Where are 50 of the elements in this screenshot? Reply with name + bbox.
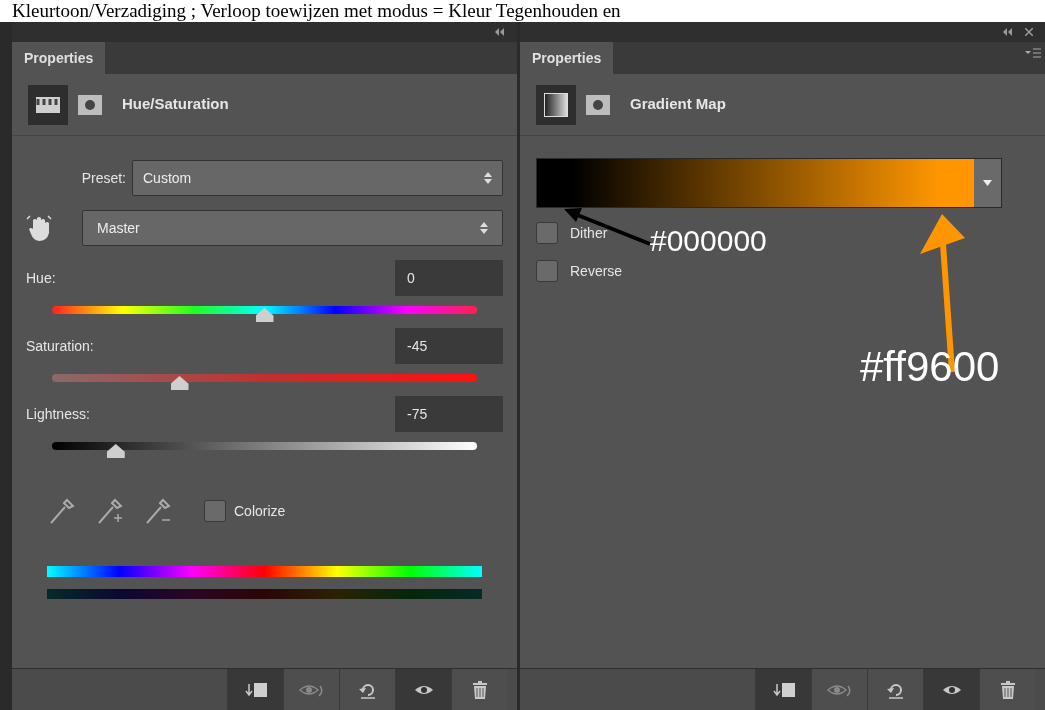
value-field[interactable]: -75 <box>395 396 503 432</box>
trash-icon <box>999 680 1016 699</box>
footer-button[interactable] <box>923 669 979 710</box>
panel-title: Hue/Saturation <box>122 94 229 115</box>
trash-icon <box>471 680 488 699</box>
gradient-bar[interactable] <box>537 159 974 207</box>
slider-label: Saturation: <box>26 336 94 356</box>
gradient-adjustment-icon <box>536 84 576 125</box>
mask-icon <box>78 94 102 115</box>
mask-icon <box>586 94 610 115</box>
colorize-checkbox[interactable] <box>204 500 226 522</box>
footer-button[interactable] <box>395 669 451 710</box>
footer-button[interactable] <box>227 669 283 710</box>
value-field[interactable]: -45 <box>395 328 503 364</box>
eyedropper-icon[interactable] <box>48 496 76 526</box>
eyedropper-icon[interactable] <box>96 496 124 526</box>
clip-layer-icon <box>243 681 268 698</box>
option-label: Dither <box>570 223 608 243</box>
gradient-dropdown-button[interactable] <box>974 159 1001 207</box>
panel-title: Gradient Map <box>630 94 726 115</box>
updown-icon <box>480 221 488 235</box>
option-checkbox[interactable] <box>536 260 558 282</box>
slider-label: Hue: <box>26 268 56 288</box>
option-label: Reverse <box>570 261 623 281</box>
annotation-label: #000000 <box>650 226 767 256</box>
colorize-label: Colorize <box>234 501 286 521</box>
slider-thumb[interactable] <box>106 444 125 458</box>
preset-dropdown[interactable]: Custom <box>132 160 503 196</box>
updown-icon <box>484 171 492 185</box>
value-field[interactable]: 0 <box>395 260 503 296</box>
footer-button[interactable] <box>755 669 811 710</box>
preset-label: Preset: <box>80 168 126 188</box>
adjustment-icon <box>28 84 68 125</box>
collapse-icon[interactable] <box>495 28 505 36</box>
slider-thumb[interactable] <box>170 376 189 390</box>
annotation-label: #ff9600 <box>860 346 1000 388</box>
caret-icon <box>983 180 992 186</box>
collapse-icon[interactable] <box>1003 28 1013 36</box>
slider-label: Lightness: <box>26 404 90 424</box>
hand-tool-icon[interactable] <box>26 214 52 242</box>
eyedropper-icon[interactable] <box>144 496 172 526</box>
channel-dropdown[interactable]: Master <box>82 210 503 246</box>
properties-tab[interactable]: Properties <box>12 42 106 74</box>
properties-tab[interactable]: Properties <box>520 42 614 74</box>
option-checkbox[interactable] <box>536 222 558 244</box>
clip-layer-icon <box>771 681 796 698</box>
caption-text: Kleurtoon/Verzadiging ; Verloop toewijzen met modus = Kleur Tegenhouden en <box>12 0 621 22</box>
panel-menu-icon[interactable] <box>1025 48 1041 58</box>
close-icon[interactable] <box>1025 28 1033 36</box>
slider-thumb[interactable] <box>255 308 274 322</box>
